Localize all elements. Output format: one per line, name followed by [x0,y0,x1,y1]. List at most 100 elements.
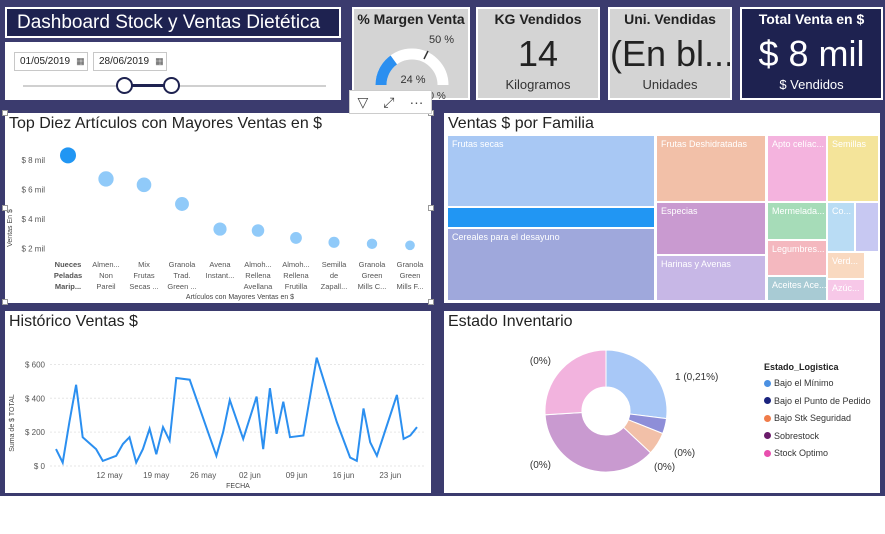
kg-card-unit: Kilogramos [505,77,571,92]
treemap-tile[interactable]: Verd... [827,252,865,279]
calendar-icon[interactable]: ▦ [76,56,85,67]
x-tick-label: Mix [138,260,150,269]
calendar-icon[interactable]: ▦ [155,56,164,67]
filter-icon[interactable]: ▽ [358,94,369,111]
x-tick-label: Marip... [55,282,81,291]
units-card-value: (En bl... [610,33,730,74]
x-tick-label: 16 jun [333,471,355,480]
top10-chart: Ventas En $ Artículos con Mayores Ventas… [7,147,425,301]
legend-item[interactable]: Bajo el Mínimo [764,378,834,388]
x-tick-label: 19 may [143,471,169,480]
treemap-tile[interactable]: Frutas Deshidratadas [656,135,766,202]
legend-item[interactable]: Sobrestock [764,431,819,441]
x-tick-label: Avena [209,260,231,269]
scatter-point[interactable] [213,222,227,236]
treemap-tile[interactable]: Aceites Ace... [767,276,827,301]
legend-label: Bajo Stk Seguridad [774,413,852,423]
resize-handle[interactable] [428,299,434,305]
x-tick-label: Secas ... [129,282,158,291]
donut-slice[interactable] [544,349,607,416]
y-tick-label: $ 400 [25,394,46,403]
scatter-point[interactable] [98,171,114,187]
y-tick-label: $ 2 mil [21,244,45,253]
treemap-tile[interactable]: Legumbres... [767,240,827,276]
x-tick-label: 02 jun [239,471,261,480]
y-tick-label: $ 8 mil [21,156,45,165]
treemap-tile[interactable]: Mermelada... [767,202,827,240]
treemap-highlight [447,207,655,228]
resize-handle[interactable] [2,299,8,305]
y-tick-label: $ 4 mil [21,215,45,224]
scatter-point[interactable] [290,232,302,244]
legend-dot-icon [764,397,771,404]
x-tick-label: Almoh... [244,260,272,269]
top10-panel[interactable]: Top Diez Artículos con Mayores Ventas en… [5,113,431,303]
treemap-tile[interactable]: Semillas [827,135,879,202]
total-card-unit: $ Vendidos [779,77,844,92]
resize-handle[interactable] [2,205,8,211]
x-tick-label: Mills C... [358,282,387,291]
kg-card[interactable]: KG Vendidos 14 Kilogramos [476,7,600,100]
dashboard-title-text: Dashboard Stock y Ventas Dietética [17,11,321,33]
x-tick-label: Granola [397,260,425,269]
x-tick-label: 09 jun [286,471,308,480]
resize-handle[interactable] [428,205,434,211]
scatter-point[interactable] [251,224,265,237]
historico-xlabel: FECHA [226,483,250,490]
x-tick-label: Almoh... [282,260,310,269]
scatter-point[interactable] [366,238,378,250]
legend-item[interactable]: Bajo Stk Seguridad [764,413,851,423]
treemap-tile[interactable]: Apto celíac... [767,135,827,202]
x-tick-label: Rellena [245,271,271,280]
x-tick-label: Green ... [167,282,196,291]
sales-line[interactable] [55,357,418,466]
slider-end-handle[interactable] [163,77,180,94]
scatter-point[interactable] [136,177,152,193]
scatter-point[interactable] [175,197,189,211]
legend-item[interactable]: Stock Optimo [764,448,828,458]
donut-data-label: (0%) [674,448,695,459]
kg-card-value: 14 [517,33,559,74]
treemap-tile[interactable]: Azúc... [827,279,865,301]
x-tick-label: Mills F... [396,282,423,291]
treemap-tile[interactable]: Harinas y Avenas [656,255,766,301]
scatter-point[interactable] [328,236,340,248]
total-card[interactable]: Total Venta en $ $ 8 mil $ Vendidos [740,7,883,100]
donut-data-label: (0%) [530,460,551,471]
treemap-tile[interactable]: Frutas secas [447,135,655,207]
x-tick-label: Trad. [173,271,190,280]
start-date-value: 01/05/2019 [20,56,71,67]
legend-label: Sobrestock [774,430,820,441]
scatter-point[interactable] [60,147,76,164]
legend-label: Bajo el Punto de Pedido [774,395,871,406]
x-tick-label: Non [99,271,113,280]
legend-label: Stock Optimo [774,448,829,458]
treemap-tile[interactable]: Cereales para el desayuno [447,228,655,301]
x-tick-label: Avellana [244,282,273,291]
focus-mode-icon[interactable]: ⤢ [383,94,394,111]
treemap-tile[interactable]: Especias [656,202,766,255]
familia-title: Ventas $ por Familia [448,115,594,132]
scatter-point[interactable] [405,240,415,251]
x-tick-label: 12 may [96,471,122,480]
donut-slice[interactable] [605,349,668,420]
end-date-input[interactable]: 28/06/2019 ▦ [93,52,167,71]
historico-panel[interactable]: Histórico Ventas $ Suma de $ TOTAL FECHA… [5,311,431,493]
gauge-card[interactable]: % Margen Venta 24 % 50 % 0 % 80 % [352,7,470,101]
visual-toolbar: ▽ ⤢ ··· [349,90,432,114]
start-date-input[interactable]: 01/05/2019 ▦ [14,52,88,71]
historico-chart: Suma de $ TOTAL FECHA $ 600 $ 400 $ 200 $ 0… [9,357,425,490]
legend-item[interactable]: Bajo el Punto de Pedido [764,396,871,406]
x-tick-label: 23 jun [379,471,401,480]
x-tick-label: Pareil [96,282,116,291]
top10-ylabel: Ventas En $ [7,209,14,247]
treemap-tile[interactable]: Co... [827,202,855,252]
slider-start-handle[interactable] [116,77,133,94]
treemap-tile[interactable] [855,202,879,252]
resize-handle[interactable] [2,110,8,116]
units-card[interactable]: Uni. Vendidas (En bl... Unidades [608,7,732,100]
top10-xlabel: Artículos con Mayores Ventas en $ [186,294,294,301]
x-tick-label: Granola [359,260,387,269]
more-options-icon[interactable]: ··· [409,94,423,110]
x-tick-label: Almen... [92,260,120,269]
